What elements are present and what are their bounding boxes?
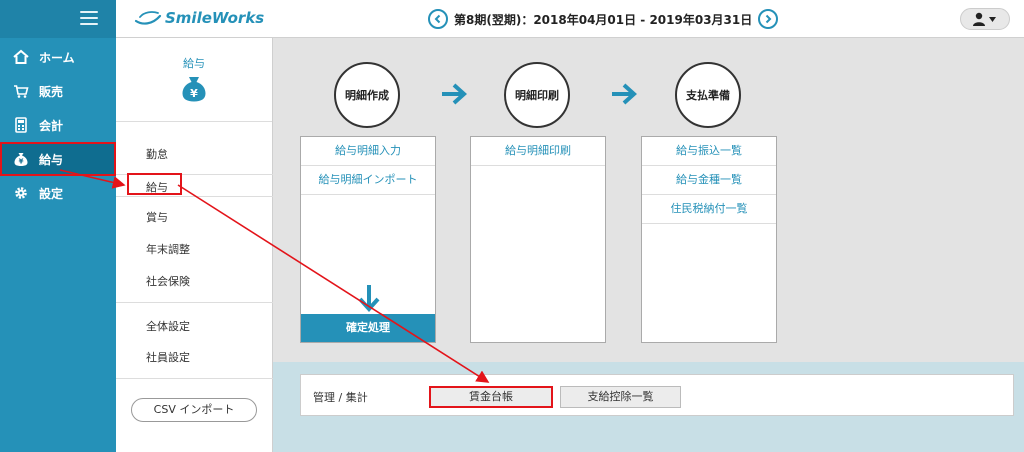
print-statements-panel: 給与明細印刷: [470, 136, 606, 343]
payroll-subnav: 給与 ¥ 勤怠 給与 賞与 年末調整 社会保険 全体設定 社員設定 CSV イン…: [116, 38, 273, 452]
salary-transfer-list-link[interactable]: 給与振込一覧: [642, 137, 776, 166]
nav-item-label: 設定: [39, 186, 64, 201]
subnav-item-social-insurance[interactable]: 社会保険: [146, 273, 190, 289]
subnav-item-attendance[interactable]: 勤怠: [146, 146, 168, 162]
chevron-right-circle-icon[interactable]: [758, 9, 779, 29]
arrow-down-icon: [358, 285, 380, 312]
step-create-statements: 明細作成: [334, 62, 400, 128]
svg-text:¥: ¥: [190, 87, 198, 100]
fiscal-period-selector: 第8期(翌期)：2018年04月01日 - 2019年03月31日: [428, 9, 779, 29]
top-header: SmileWorks 第8期(翌期)：2018年04月01日 - 2019年03…: [116, 0, 1024, 38]
divider: [116, 302, 273, 303]
payment-deduction-list-button[interactable]: 支給控除一覧: [560, 386, 681, 408]
subnav-item-general-settings[interactable]: 全体設定: [146, 318, 190, 334]
nav-item-payroll[interactable]: ¥ 給与: [0, 142, 116, 176]
user-dropdown-icon: [973, 12, 996, 26]
management-bar: 管理 / 集計 賃金台帳 支給控除一覧: [300, 374, 1014, 416]
subnav-title: 給与: [183, 57, 205, 70]
salary-statement-input-link[interactable]: 給与明細入力: [301, 137, 435, 166]
step-print-statements: 明細印刷: [504, 62, 570, 128]
confirm-processing-button[interactable]: 確定処理: [301, 314, 435, 342]
payment-preparation-panel: 給与振込一覧 給与金種一覧 住民税納付一覧: [641, 136, 777, 343]
money-bag-icon: ¥: [182, 77, 206, 102]
salary-statement-print-link[interactable]: 給与明細印刷: [471, 137, 605, 166]
nav-item-label: ホーム: [39, 50, 75, 65]
nav-item-home[interactable]: ホーム: [0, 40, 116, 74]
user-menu-button[interactable]: [960, 8, 1010, 30]
arrow-right-icon: [442, 83, 467, 105]
subnav-item-bonus[interactable]: 賞与: [146, 209, 168, 225]
nav-item-accounting[interactable]: 会計: [0, 108, 116, 142]
fiscal-period-text: 第8期(翌期)：2018年04月01日 - 2019年03月31日: [454, 12, 753, 27]
salary-statement-import-link[interactable]: 給与明細インポート: [301, 166, 435, 195]
step-payment-preparation: 支払準備: [675, 62, 741, 128]
gear-icon: [12, 184, 30, 202]
nav-item-sales[interactable]: 販売: [0, 74, 116, 108]
resident-tax-payment-list-link[interactable]: 住民税納付一覧: [642, 195, 776, 224]
divider: [116, 196, 273, 197]
wage-ledger-button[interactable]: 賃金台帳: [429, 386, 553, 408]
salary-denomination-list-link[interactable]: 給与金種一覧: [642, 166, 776, 195]
svg-text:¥: ¥: [19, 158, 24, 166]
nav-item-label: 販売: [39, 84, 64, 99]
subnav-item-salary[interactable]: 給与: [127, 173, 182, 195]
nav-item-settings[interactable]: 設定: [0, 176, 116, 210]
hamburger-menu-icon[interactable]: [80, 11, 98, 25]
management-label: 管理 / 集計: [313, 391, 368, 404]
smileworks-logo-mark: [134, 11, 162, 25]
smileworks-logo[interactable]: SmileWorks: [134, 9, 264, 27]
arrow-right-icon: [612, 83, 637, 105]
csv-import-button[interactable]: CSV インポート: [131, 398, 257, 422]
home-icon: [12, 48, 30, 66]
create-statements-panel: 給与明細入力 給与明細インポート 確定処理: [300, 136, 436, 343]
chevron-left-circle-icon[interactable]: [428, 9, 448, 29]
subnav-header: 給与 ¥: [116, 38, 272, 122]
main-nav: ホーム 販売 会計 ¥ 給与 設定: [0, 0, 116, 452]
subnav-item-employee-settings[interactable]: 社員設定: [146, 349, 190, 365]
nav-item-label: 会計: [39, 118, 64, 133]
nav-top-bar: [0, 0, 116, 38]
divider: [116, 378, 273, 379]
logo-text: SmileWorks: [165, 9, 265, 27]
cart-icon: [12, 82, 30, 100]
money-bag-icon: ¥: [12, 150, 30, 168]
subnav-item-year-end-adjustment[interactable]: 年末調整: [146, 241, 190, 257]
nav-item-label: 給与: [39, 152, 64, 167]
calculator-icon: [12, 116, 30, 134]
